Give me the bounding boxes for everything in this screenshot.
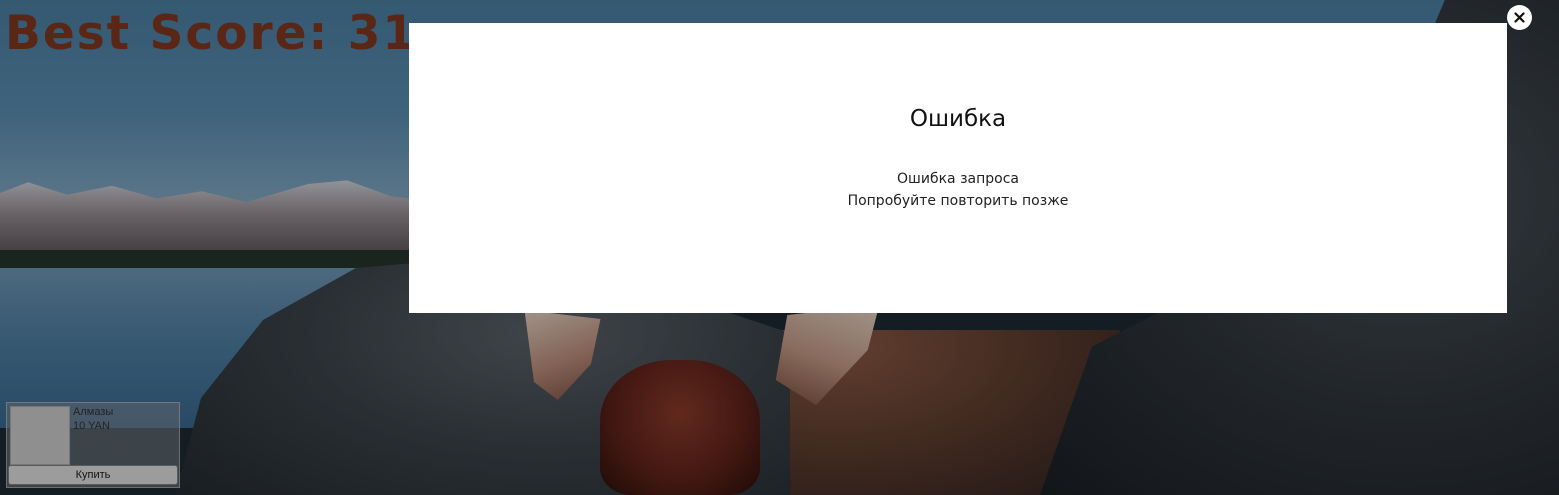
best-score: Best Score: 31 xyxy=(5,6,418,61)
dialog-message: Ошибка запроса xyxy=(897,171,1019,187)
shop-item-card: Алмазы 10 YAN 100 Алмазов Купить xyxy=(6,402,180,488)
buy-button[interactable]: Купить xyxy=(8,465,178,485)
dialog-title: Ошибка xyxy=(909,106,1007,132)
shop-item-image xyxy=(10,406,70,465)
shop-item-price: 10 YAN xyxy=(73,420,110,432)
error-dialog: Ошибка Ошибка запроса Попробуйте повтори… xyxy=(409,23,1507,313)
shop-item-name: Алмазы xyxy=(73,406,114,418)
close-button[interactable] xyxy=(1507,5,1532,30)
dialog-hint: Попробуйте повторить позже xyxy=(847,193,1069,209)
shop-item-description: 100 Алмазов xyxy=(73,438,115,445)
close-icon xyxy=(1514,12,1525,23)
